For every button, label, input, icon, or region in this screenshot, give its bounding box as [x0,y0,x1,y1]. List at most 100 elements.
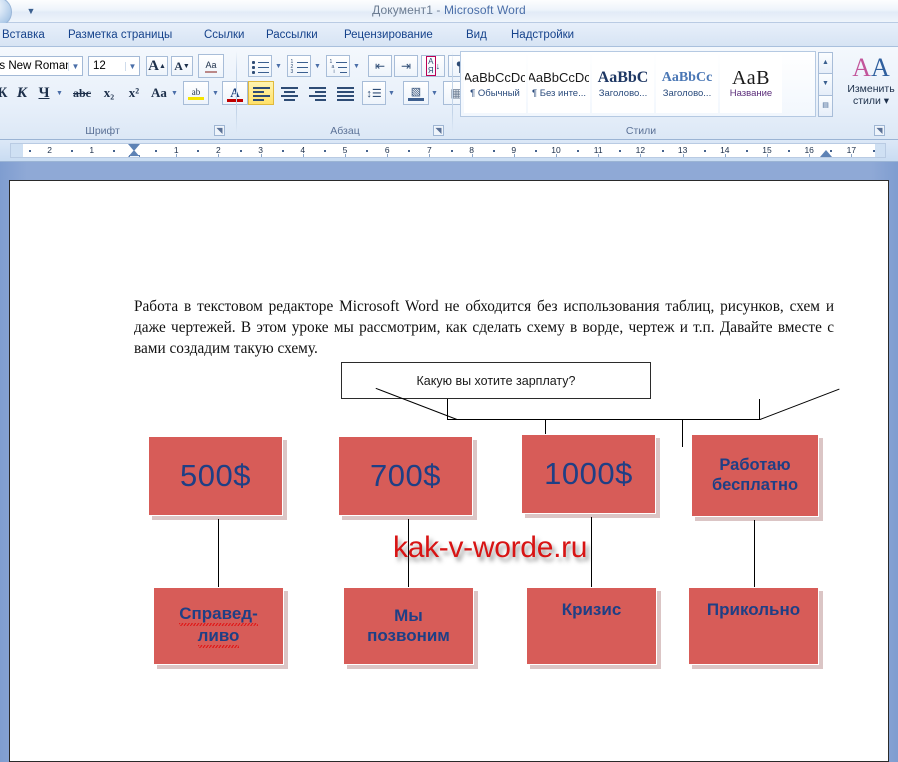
decrease-indent-button[interactable]: ⇤ [368,55,392,77]
diagram-box-label: Кризис [561,600,622,619]
document-area[interactable]: Работа в текстовом редакторе Microsoft W… [0,162,898,762]
chevron-down-icon[interactable]: ▼ [125,61,139,71]
font-family-combo[interactable]: es New Roman ▼ [0,56,83,76]
bold-button[interactable]: Ж [0,82,10,104]
org-chart-diagram[interactable]: Какую вы хотите зарплату? 500$ 700$ 1000… [10,181,890,762]
font-dialog-launcher[interactable]: ◥ [214,125,225,136]
text-highlight-button[interactable]: ab [183,81,209,105]
paint-bucket-icon: ▧ [410,86,422,98]
sort-button[interactable]: А Я ↓ [421,55,445,77]
ruler-tick-dot [281,149,284,152]
styles-scroll-down-button[interactable]: ▼ [818,73,833,96]
shrink-font-button[interactable]: A ▼ [171,56,193,76]
tab-review[interactable]: Рецензирование [336,26,441,47]
ruler-tab-stop[interactable] [218,154,220,157]
bullets-chevron-down-icon[interactable]: ▼ [273,55,284,77]
diagram-box-crisis[interactable]: Кризис [526,587,657,665]
styles-gallery[interactable]: AaBbCcDc ¶ Обычный AaBbCcDc ¶ Без инте..… [460,51,816,117]
tab-insert[interactable]: Вставка [0,26,53,47]
subscript-button[interactable]: x₂ [97,82,121,104]
line-spacing-button[interactable]: ↕☰ [362,81,386,105]
ruler-tab-stop[interactable] [345,154,346,157]
multilevel-chevron-down-icon[interactable]: ▼ [351,55,362,77]
ruler-tab-stop[interactable] [809,154,811,157]
style-item-title[interactable]: АаВ Название [720,55,782,113]
chevron-down-icon[interactable]: ▼ [68,61,82,71]
ruler-tick-label: 2 [47,145,52,155]
font-size-combo[interactable]: 12 ▼ [88,56,140,76]
ruler-tab-stop[interactable] [302,154,304,157]
increase-indent-button[interactable]: ⇥ [394,55,418,77]
tab-page-layout[interactable]: Разметка страницы [60,26,180,47]
diagram-box-700[interactable]: 700$ [338,436,473,516]
connector-box3-to-box7 [591,517,592,587]
ruler-tab-stop[interactable] [260,154,262,157]
document-name: Документ1 [372,3,433,17]
numbering-button[interactable]: 1 2 3 [287,55,311,77]
styles-dialog-launcher[interactable]: ◥ [874,125,885,136]
superscript-button[interactable]: x² [122,82,146,104]
change-case-button[interactable]: Aa [147,82,171,104]
change-case-chevron-down-icon[interactable]: ▼ [169,82,180,104]
style-item-no-spacing[interactable]: AaBbCcDc ¶ Без инте... [528,55,590,113]
change-styles-button[interactable]: AA Изменить стили ▾ [840,52,898,116]
align-right-button[interactable] [304,81,330,105]
ruler-right-margin [875,144,885,157]
diagram-box-fair[interactable]: Справед- ливо [153,587,284,665]
diagram-box-1000[interactable]: 1000$ [521,434,656,514]
diagram-box-work-free[interactable]: Работаю бесплатно [691,434,819,517]
style-item-normal[interactable]: AaBbCcDc ¶ Обычный [464,55,526,113]
left-indent-marker[interactable] [128,155,140,157]
paragraph-dialog-launcher[interactable]: ◥ [433,125,444,136]
shading-button[interactable]: ▧ [403,81,429,105]
italic-button[interactable]: К [12,82,32,104]
ruler-tab-stop[interactable] [471,154,473,157]
styles-gallery-scroller[interactable]: ▲ ▼ ▤ [818,52,833,117]
multilevel-list-button[interactable]: 1 a i [326,55,350,77]
ruler-tab-stop[interactable] [682,154,684,157]
ruler-tab-stop[interactable] [176,154,178,157]
ruler-tab-stop[interactable] [640,154,642,157]
tab-references[interactable]: Ссылки [196,26,253,47]
clear-formatting-button[interactable]: Aa [198,54,224,78]
styles-scroll-up-button[interactable]: ▲ [818,52,833,75]
grow-font-button[interactable]: A ▲ [146,56,168,76]
change-styles-label-line1: Изменить [847,83,895,95]
tab-addins[interactable]: Надстройки [503,26,582,47]
highlight-chevron-down-icon[interactable]: ▼ [210,81,221,105]
shading-chevron-down-icon[interactable]: ▼ [429,81,440,105]
diagram-box-500[interactable]: 500$ [148,436,283,516]
change-styles-glyph-a2: A [871,53,890,82]
tab-view[interactable]: Вид [458,26,495,47]
ruler-tab-stop[interactable] [556,154,557,157]
diagram-box-cool[interactable]: Прикольно [688,587,819,665]
styles-more-button[interactable]: ▤ [818,94,833,117]
bullets-button[interactable] [248,55,272,77]
ruler-tab-stop[interactable] [387,154,389,157]
align-left-button[interactable] [248,81,274,105]
align-justify-button[interactable] [332,81,358,105]
ruler-tab-stop[interactable] [429,154,431,157]
ruler-tab-stop[interactable] [598,154,600,157]
numbering-chevron-down-icon[interactable]: ▼ [312,55,323,77]
underline-button[interactable]: Ч [34,82,54,104]
style-item-heading-1[interactable]: AaBbC Заголово... [592,55,654,113]
ruler-tick-dot [450,149,453,152]
ruler-tab-stop[interactable] [724,154,726,157]
ruler-tick-dot [366,149,369,152]
right-indent-marker[interactable] [820,150,832,157]
ruler-tick-dot [745,149,748,152]
tab-mailings[interactable]: Рассылки [258,26,326,47]
document-page[interactable]: Работа в текстовом редакторе Microsoft W… [9,180,889,762]
line-spacing-chevron-down-icon[interactable]: ▼ [386,81,397,105]
ruler-tab-stop[interactable] [513,154,515,157]
ruler-tick-dot [155,149,158,152]
strikethrough-button[interactable]: abc [69,82,95,104]
style-item-heading-2[interactable]: AaBbCc Заголово... [656,55,718,113]
underline-chevron-down-icon[interactable]: ▼ [54,82,65,104]
ruler-tab-stop[interactable] [851,154,853,157]
diagram-box-we-will-call[interactable]: Мы позвоним [343,587,474,665]
align-center-button[interactable] [276,81,302,105]
ruler-tab-stop[interactable] [767,154,768,157]
horizontal-ruler[interactable]: 2 1 1 2 3 4 5 6 7 8 9 10 11 12 13 14 15 16 17 [10,143,886,158]
